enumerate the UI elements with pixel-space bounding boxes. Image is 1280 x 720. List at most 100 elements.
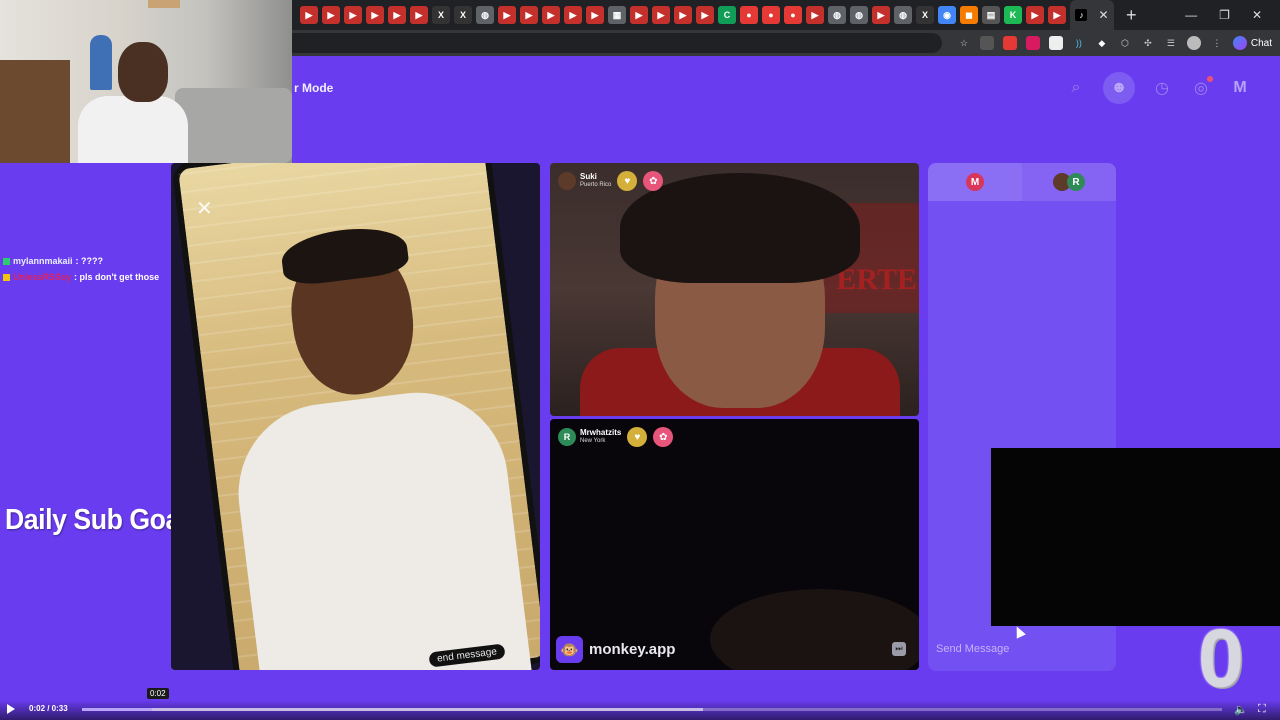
streamer-body bbox=[78, 96, 188, 163]
globe-tab-icon[interactable]: ◍ bbox=[828, 6, 846, 24]
stream-chat-overlay: mylannmakaii : ???? UnlessRSSsy : pls do… bbox=[3, 253, 159, 285]
shield-icon[interactable] bbox=[1048, 36, 1063, 50]
youtube-tab-icon[interactable]: ▶ bbox=[652, 6, 670, 24]
red-icon-tab-icon[interactable]: ● bbox=[740, 6, 758, 24]
browser-tab-strip: ▶ ▶ ▶ ▶ ▶ ▶ X X ◍ ▶ ▶ ▶ ▶ ▶ ▦ ▶ ▶ ▶ ▶ C ● ● ● ▶ ◍ ◍ ▶ ◍ X ◉ ◼ ▤ K ▶ ▶ ♪ ✕ … bbox=[292, 0, 1280, 30]
media-icon[interactable]: ☰ bbox=[1164, 36, 1178, 50]
youtube-tab-icon[interactable]: ▶ bbox=[586, 6, 604, 24]
sub-badge-icon bbox=[3, 273, 10, 281]
heart-badge-icon[interactable]: ♥ bbox=[617, 171, 638, 191]
red-icon-tab-icon[interactable]: ● bbox=[762, 6, 780, 24]
close-icon[interactable]: ✕ bbox=[196, 196, 213, 221]
chat-tabs: M R bbox=[928, 163, 1116, 201]
red-icon-tab-icon[interactable]: ● bbox=[784, 6, 802, 24]
volume-icon[interactable]: 🔈 bbox=[1234, 703, 1248, 716]
green-c-tab-icon[interactable]: C bbox=[718, 6, 736, 24]
close-window-icon[interactable]: ✕ bbox=[1252, 8, 1262, 22]
url-omnibox[interactable] bbox=[292, 33, 942, 53]
youtube-tab-icon[interactable]: ▶ bbox=[300, 6, 318, 24]
send-message-input[interactable] bbox=[936, 643, 1086, 655]
selfie-photo bbox=[171, 163, 540, 670]
peer-name-block: Mrwhatzits New York bbox=[580, 428, 621, 446]
peer-info: R Mrwhatzits New York ♥ ✿ bbox=[558, 427, 674, 447]
youtube-tab-icon[interactable]: ▶ bbox=[366, 6, 384, 24]
youtube-tab-icon[interactable]: ▶ bbox=[1026, 6, 1044, 24]
heart-badge-icon[interactable]: ♥ bbox=[627, 427, 648, 447]
youtube-tab-icon[interactable]: ▶ bbox=[388, 6, 406, 24]
extension-icon[interactable] bbox=[1002, 36, 1017, 50]
menu-dots-icon[interactable]: ⋮ bbox=[1210, 36, 1224, 50]
youtube-tab-icon[interactable]: ▶ bbox=[498, 6, 516, 24]
youtube-tab-icon[interactable]: ▶ bbox=[564, 6, 582, 24]
diamond-icon[interactable]: ◆ bbox=[1095, 36, 1109, 50]
fullscreen-icon[interactable]: ⛶ bbox=[1258, 703, 1266, 716]
grid-tab-icon[interactable]: ▦ bbox=[608, 6, 626, 24]
sub-badge-icon bbox=[3, 257, 10, 265]
youtube-tab-icon[interactable]: ▶ bbox=[806, 6, 824, 24]
extension-icon[interactable] bbox=[1025, 36, 1040, 50]
counter-overlay: 0 bbox=[1198, 613, 1244, 704]
youtube-tab-icon[interactable]: ▶ bbox=[674, 6, 692, 24]
peer-name: Mrwhatzits bbox=[580, 428, 622, 437]
peer-location: Puerto Rico bbox=[580, 182, 612, 188]
youtube-tab-icon[interactable]: ▶ bbox=[344, 6, 362, 24]
address-bar: ☆ )) ◆ ⬡ ✣ ☰ ⋮ Chat bbox=[292, 30, 1280, 56]
maximize-icon[interactable]: ❐ bbox=[1219, 8, 1230, 22]
globe-tab-icon[interactable]: ◍ bbox=[894, 6, 912, 24]
doc-tab-icon[interactable]: ▤ bbox=[982, 6, 1000, 24]
youtube-tab-icon[interactable]: ▶ bbox=[872, 6, 890, 24]
extension-icon[interactable]: ⬡ bbox=[1118, 36, 1132, 50]
green-k-tab-icon[interactable]: K bbox=[1004, 6, 1022, 24]
extension-icon[interactable]: )) bbox=[1072, 36, 1086, 50]
chat-tab-self[interactable]: M bbox=[928, 163, 1022, 201]
monkey-icon[interactable]: ☻ bbox=[1103, 72, 1135, 104]
history-icon[interactable]: ◷ bbox=[1150, 76, 1174, 100]
peer-avatar[interactable] bbox=[558, 172, 576, 190]
peer-name-block: Suki Puerto Rico bbox=[580, 172, 611, 190]
bookmark-star-icon[interactable]: ☆ bbox=[957, 36, 971, 50]
played-progress bbox=[82, 708, 152, 711]
youtube-tab-icon[interactable]: ▶ bbox=[630, 6, 648, 24]
extension-icon[interactable] bbox=[979, 36, 994, 50]
buffered-progress bbox=[82, 708, 704, 711]
mode-toggle-label[interactable]: r Mode bbox=[294, 81, 333, 95]
x-tab-icon[interactable]: X bbox=[432, 6, 450, 24]
peer-name: Suki bbox=[580, 172, 597, 181]
peer-avatar[interactable]: R bbox=[558, 428, 576, 446]
progress-bar[interactable] bbox=[82, 708, 1222, 711]
orange-tab-icon[interactable]: ◼ bbox=[960, 6, 978, 24]
youtube-tab-icon[interactable]: ▶ bbox=[322, 6, 340, 24]
app-header-icons: ⌕ ☻ ◷ ◎ M bbox=[1064, 72, 1252, 104]
messages-icon[interactable]: ◎ bbox=[1189, 76, 1213, 100]
x-tab-icon[interactable]: X bbox=[916, 6, 934, 24]
play-icon[interactable] bbox=[7, 704, 15, 714]
gift-badge-icon[interactable]: ✿ bbox=[643, 171, 664, 191]
minimize-icon[interactable]: — bbox=[1185, 8, 1197, 22]
chrome-tab-icon[interactable]: ◉ bbox=[938, 6, 956, 24]
monkey-logo-icon: 🐵 bbox=[556, 636, 583, 663]
user-avatar[interactable]: M bbox=[1228, 76, 1252, 100]
globe-tab-icon[interactable]: ◍ bbox=[850, 6, 868, 24]
self-video-tile: ✕ end message bbox=[171, 163, 540, 670]
chat-button[interactable]: Chat bbox=[1232, 36, 1272, 50]
search-icon[interactable]: ⌕ bbox=[1064, 76, 1088, 100]
time-display: 0:02 / 0:33 bbox=[29, 704, 68, 713]
close-tab-icon[interactable]: ✕ bbox=[1098, 8, 1108, 22]
x-tab-icon[interactable]: X bbox=[454, 6, 472, 24]
active-tab[interactable]: ♪ ✕ bbox=[1070, 0, 1114, 30]
chat-tab-peers[interactable]: R bbox=[1022, 163, 1116, 201]
youtube-tab-icon[interactable]: ▶ bbox=[410, 6, 428, 24]
gift-badge-icon[interactable]: ✿ bbox=[653, 427, 674, 447]
youtube-tab-icon[interactable]: ▶ bbox=[696, 6, 714, 24]
chat-username: mylannmakaii bbox=[13, 256, 73, 266]
puzzle-icon[interactable]: ✣ bbox=[1141, 36, 1155, 50]
profile-avatar[interactable] bbox=[1186, 36, 1201, 50]
chat-label: Chat bbox=[1250, 37, 1272, 49]
youtube-tab-icon[interactable]: ▶ bbox=[520, 6, 538, 24]
extensions-row: ☆ )) ◆ ⬡ ✣ ☰ ⋮ Chat bbox=[957, 36, 1280, 50]
new-tab-button[interactable]: + bbox=[1126, 5, 1137, 26]
globe-tab-icon[interactable]: ◍ bbox=[476, 6, 494, 24]
youtube-tab-icon[interactable]: ▶ bbox=[542, 6, 560, 24]
youtube-tab-icon[interactable]: ▶ bbox=[1048, 6, 1066, 24]
skip-icon[interactable]: ⏭ bbox=[892, 642, 906, 656]
